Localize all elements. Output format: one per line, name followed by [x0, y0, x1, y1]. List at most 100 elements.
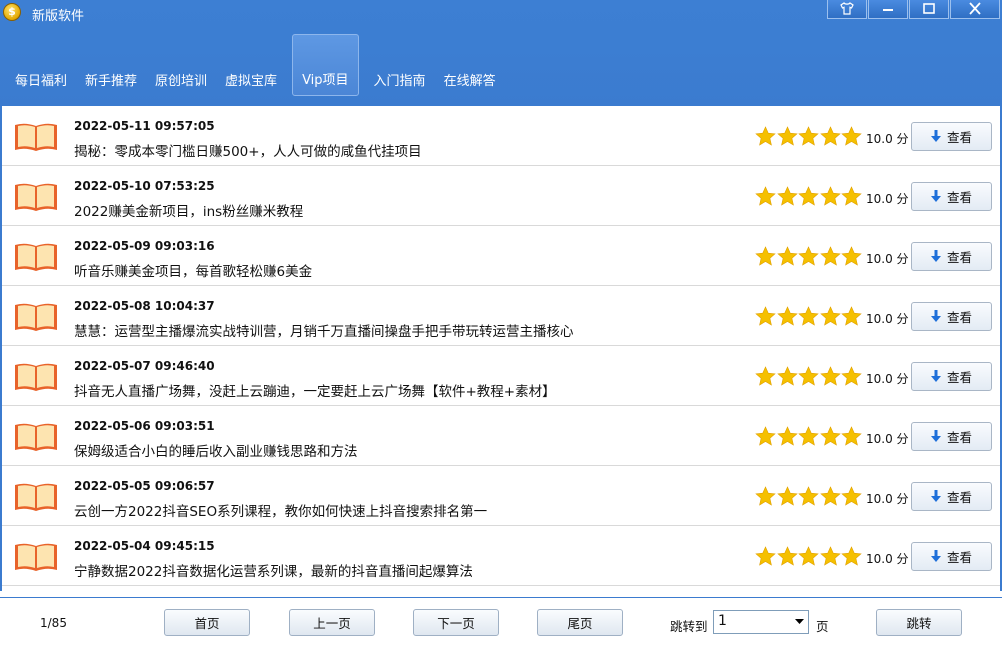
book-icon — [15, 363, 57, 391]
item-date: 2022-05-07 09:46:40 — [74, 359, 215, 373]
view-button[interactable]: 查看 — [911, 542, 992, 571]
page-number-select[interactable]: 1 — [713, 610, 809, 634]
item-title[interactable]: 保姆级适合小白的睡后收入副业赚钱思路和方法 — [74, 440, 358, 460]
view-button[interactable]: 查看 — [911, 122, 992, 151]
view-button-label: 查看 — [946, 130, 972, 145]
first-page-button[interactable]: 首页 — [164, 609, 250, 636]
tab-newbie-recommend[interactable]: 新手推荐 — [76, 34, 146, 96]
item-date: 2022-05-04 09:45:15 — [74, 539, 215, 553]
book-icon — [15, 423, 57, 451]
rating-stars — [755, 426, 863, 447]
star-icon — [755, 186, 776, 206]
tab-daily-welfare[interactable]: 每日福利 — [6, 34, 76, 96]
item-title[interactable]: 揭秘：零成本零门槛日赚500+，人人可做的咸鱼代挂项目 — [74, 140, 422, 160]
view-button[interactable]: 查看 — [911, 482, 992, 511]
star-icon — [841, 546, 862, 566]
jump-to-label: 跳转到 — [670, 619, 708, 634]
star-icon — [755, 546, 776, 566]
view-button-label: 查看 — [946, 430, 972, 445]
star-icon — [776, 126, 798, 146]
star-icon — [755, 246, 776, 266]
close-icon[interactable] — [950, 0, 1000, 19]
star-icon — [819, 546, 841, 566]
maximize-icon[interactable] — [909, 0, 949, 19]
window-controls — [826, 0, 1000, 19]
star-icon — [776, 366, 798, 386]
page-unit-label: 页 — [816, 619, 829, 634]
star-icon — [798, 246, 819, 266]
star-icon — [819, 126, 841, 146]
item-date: 2022-05-06 09:03:51 — [74, 419, 215, 433]
star-icon — [798, 306, 819, 326]
star-icon — [755, 366, 776, 386]
tab-getting-started[interactable]: 入门指南 — [365, 34, 435, 96]
chevron-down-icon[interactable] — [792, 613, 806, 631]
list-item: 2022-05-04 09:45:15 宁静数据2022抖音数据化运营系列课，最… — [2, 526, 1000, 586]
item-title[interactable]: 抖音无人直播广场舞，没赶上云蹦迪，一定要赶上云广场舞【软件+教程+素材】 — [74, 380, 556, 400]
next-page-button[interactable]: 下一页 — [413, 609, 499, 636]
view-button[interactable]: 查看 — [911, 182, 992, 211]
view-button[interactable]: 查看 — [911, 242, 992, 271]
page-number-value: 1 — [718, 613, 727, 629]
view-button-label: 查看 — [946, 550, 972, 565]
download-arrow-icon — [930, 250, 941, 262]
item-date: 2022-05-09 09:03:16 — [74, 239, 215, 253]
prev-page-button[interactable]: 上一页 — [289, 609, 375, 636]
tab-vip-projects[interactable]: Vip项目 — [292, 34, 359, 96]
download-arrow-icon — [930, 190, 941, 202]
view-button-label: 查看 — [946, 490, 972, 505]
list-item: 2022-05-08 10:04:37 慧慧：运营型主播爆流实战特训营，月销千万… — [2, 286, 1000, 346]
item-title[interactable]: 慧慧：运营型主播爆流实战特训营，月销千万直播间操盘手把手带玩转运营主播核心 — [74, 320, 574, 340]
star-icon — [755, 426, 776, 446]
star-icon — [798, 486, 819, 506]
star-icon — [776, 246, 798, 266]
star-icon — [755, 486, 776, 506]
tab-original-training[interactable]: 原创培训 — [146, 34, 216, 96]
star-icon — [819, 426, 841, 446]
star-icon — [798, 426, 819, 446]
item-score: 10.0 分 — [866, 372, 909, 386]
view-button-label: 查看 — [946, 310, 972, 325]
list-item: 2022-05-05 09:06:57 云创一方2022抖音SEO系列课程，教你… — [2, 466, 1000, 526]
item-score: 10.0 分 — [866, 192, 909, 206]
item-title[interactable]: 2022赚美金新项目，ins粉丝赚米教程 — [74, 200, 303, 220]
star-icon — [841, 486, 862, 506]
view-button[interactable]: 查看 — [911, 362, 992, 391]
rating-stars — [755, 306, 863, 327]
star-icon — [819, 306, 841, 326]
last-page-button[interactable]: 尾页 — [537, 609, 623, 636]
rating-stars — [755, 246, 863, 267]
item-title[interactable]: 宁静数据2022抖音数据化运营系列课，最新的抖音直播间起爆算法 — [74, 560, 473, 580]
book-icon — [15, 303, 57, 331]
rating-stars — [755, 186, 863, 207]
star-icon — [776, 306, 798, 326]
nav-tabs: 每日福利 新手推荐 原创培训 虚拟宝库 Vip项目 入门指南 在线解答 — [6, 34, 505, 96]
book-icon — [15, 543, 57, 571]
view-button[interactable]: 查看 — [911, 422, 992, 451]
star-icon — [776, 426, 798, 446]
view-button-label: 查看 — [946, 250, 972, 265]
view-button[interactable]: 查看 — [911, 302, 992, 331]
star-icon — [841, 366, 862, 386]
view-button-label: 查看 — [946, 190, 972, 205]
item-score: 10.0 分 — [866, 492, 909, 506]
download-arrow-icon — [930, 490, 941, 502]
item-score: 10.0 分 — [866, 312, 909, 326]
list-item: 2022-05-11 09:57:05 揭秘：零成本零门槛日赚500+，人人可做… — [2, 106, 1000, 166]
tab-online-help[interactable]: 在线解答 — [435, 34, 505, 96]
minimize-icon[interactable] — [868, 0, 908, 19]
star-icon — [776, 546, 798, 566]
rating-stars — [755, 486, 863, 507]
item-title[interactable]: 云创一方2022抖音SEO系列课程，教你如何快速上抖音搜索排名第一 — [74, 500, 487, 520]
download-arrow-icon — [930, 370, 941, 382]
window-title: 新版软件 — [32, 9, 85, 24]
jump-button[interactable]: 跳转 — [876, 609, 962, 636]
star-icon — [841, 126, 862, 146]
star-icon — [798, 366, 819, 386]
skin-shirt-icon[interactable] — [827, 0, 867, 19]
item-title[interactable]: 听音乐赚美金项目，每首歌轻松赚6美金 — [74, 260, 312, 280]
tab-virtual-treasury[interactable]: 虚拟宝库 — [216, 34, 286, 96]
star-icon — [776, 186, 798, 206]
item-score: 10.0 分 — [866, 132, 909, 146]
book-icon — [15, 123, 57, 151]
